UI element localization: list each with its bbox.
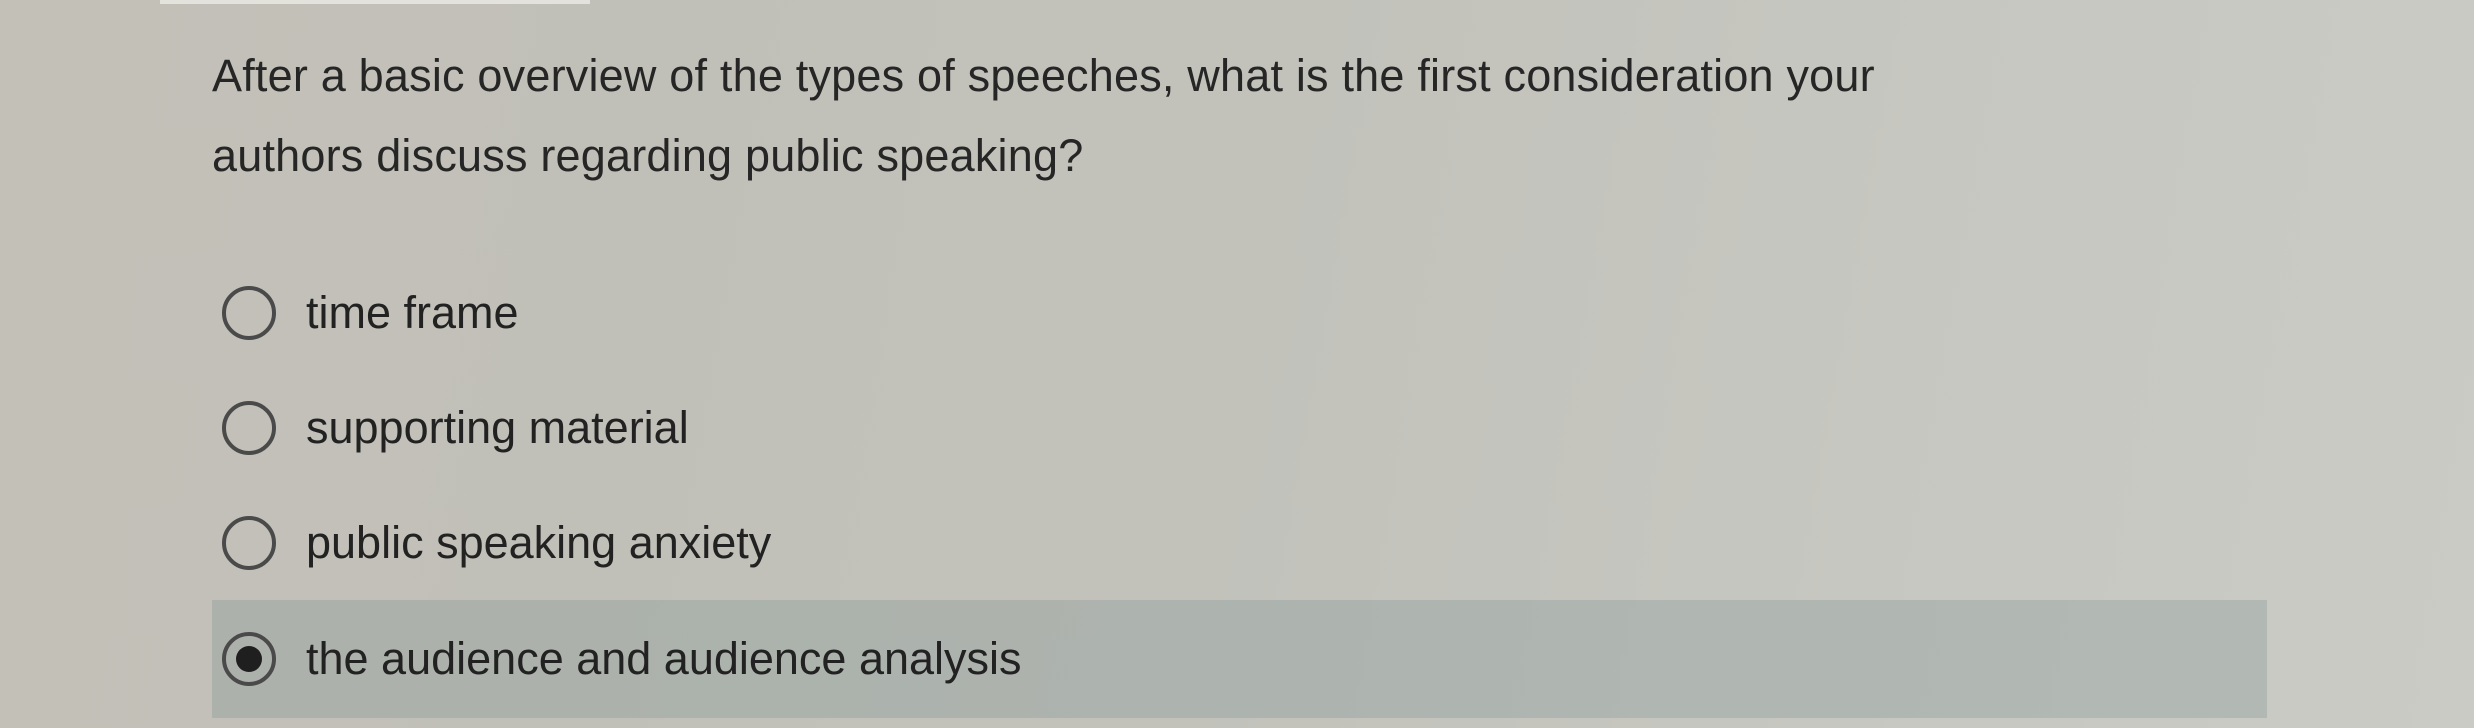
question-line-1: After a basic overview of the types of s…	[212, 50, 1875, 101]
option-supporting-material[interactable]: supporting material	[212, 370, 2267, 485]
radio-button-audience-analysis[interactable]	[222, 632, 276, 686]
radio-selected-dot	[236, 646, 262, 672]
question-line-2: authors discuss regarding public speakin…	[212, 130, 1084, 181]
radio-button-public-speaking-anxiety[interactable]	[222, 515, 276, 570]
option-label: supporting material	[306, 401, 689, 453]
option-public-speaking-anxiety[interactable]: public speaking anxiety	[212, 485, 2267, 600]
option-label: the audience and audience analysis	[306, 633, 1022, 684]
top-divider	[160, 0, 590, 4]
answer-options: time frame supporting material public sp…	[212, 255, 2267, 718]
radio-button-supporting-material[interactable]	[222, 400, 276, 455]
option-time-frame[interactable]: time frame	[212, 255, 2267, 370]
question-text: After a basic overview of the types of s…	[212, 36, 2312, 196]
radio-button-time-frame[interactable]	[222, 285, 276, 340]
option-label: time frame	[306, 286, 519, 338]
option-audience-analysis[interactable]: the audience and audience analysis	[212, 600, 2267, 718]
option-label: public speaking anxiety	[306, 516, 772, 568]
